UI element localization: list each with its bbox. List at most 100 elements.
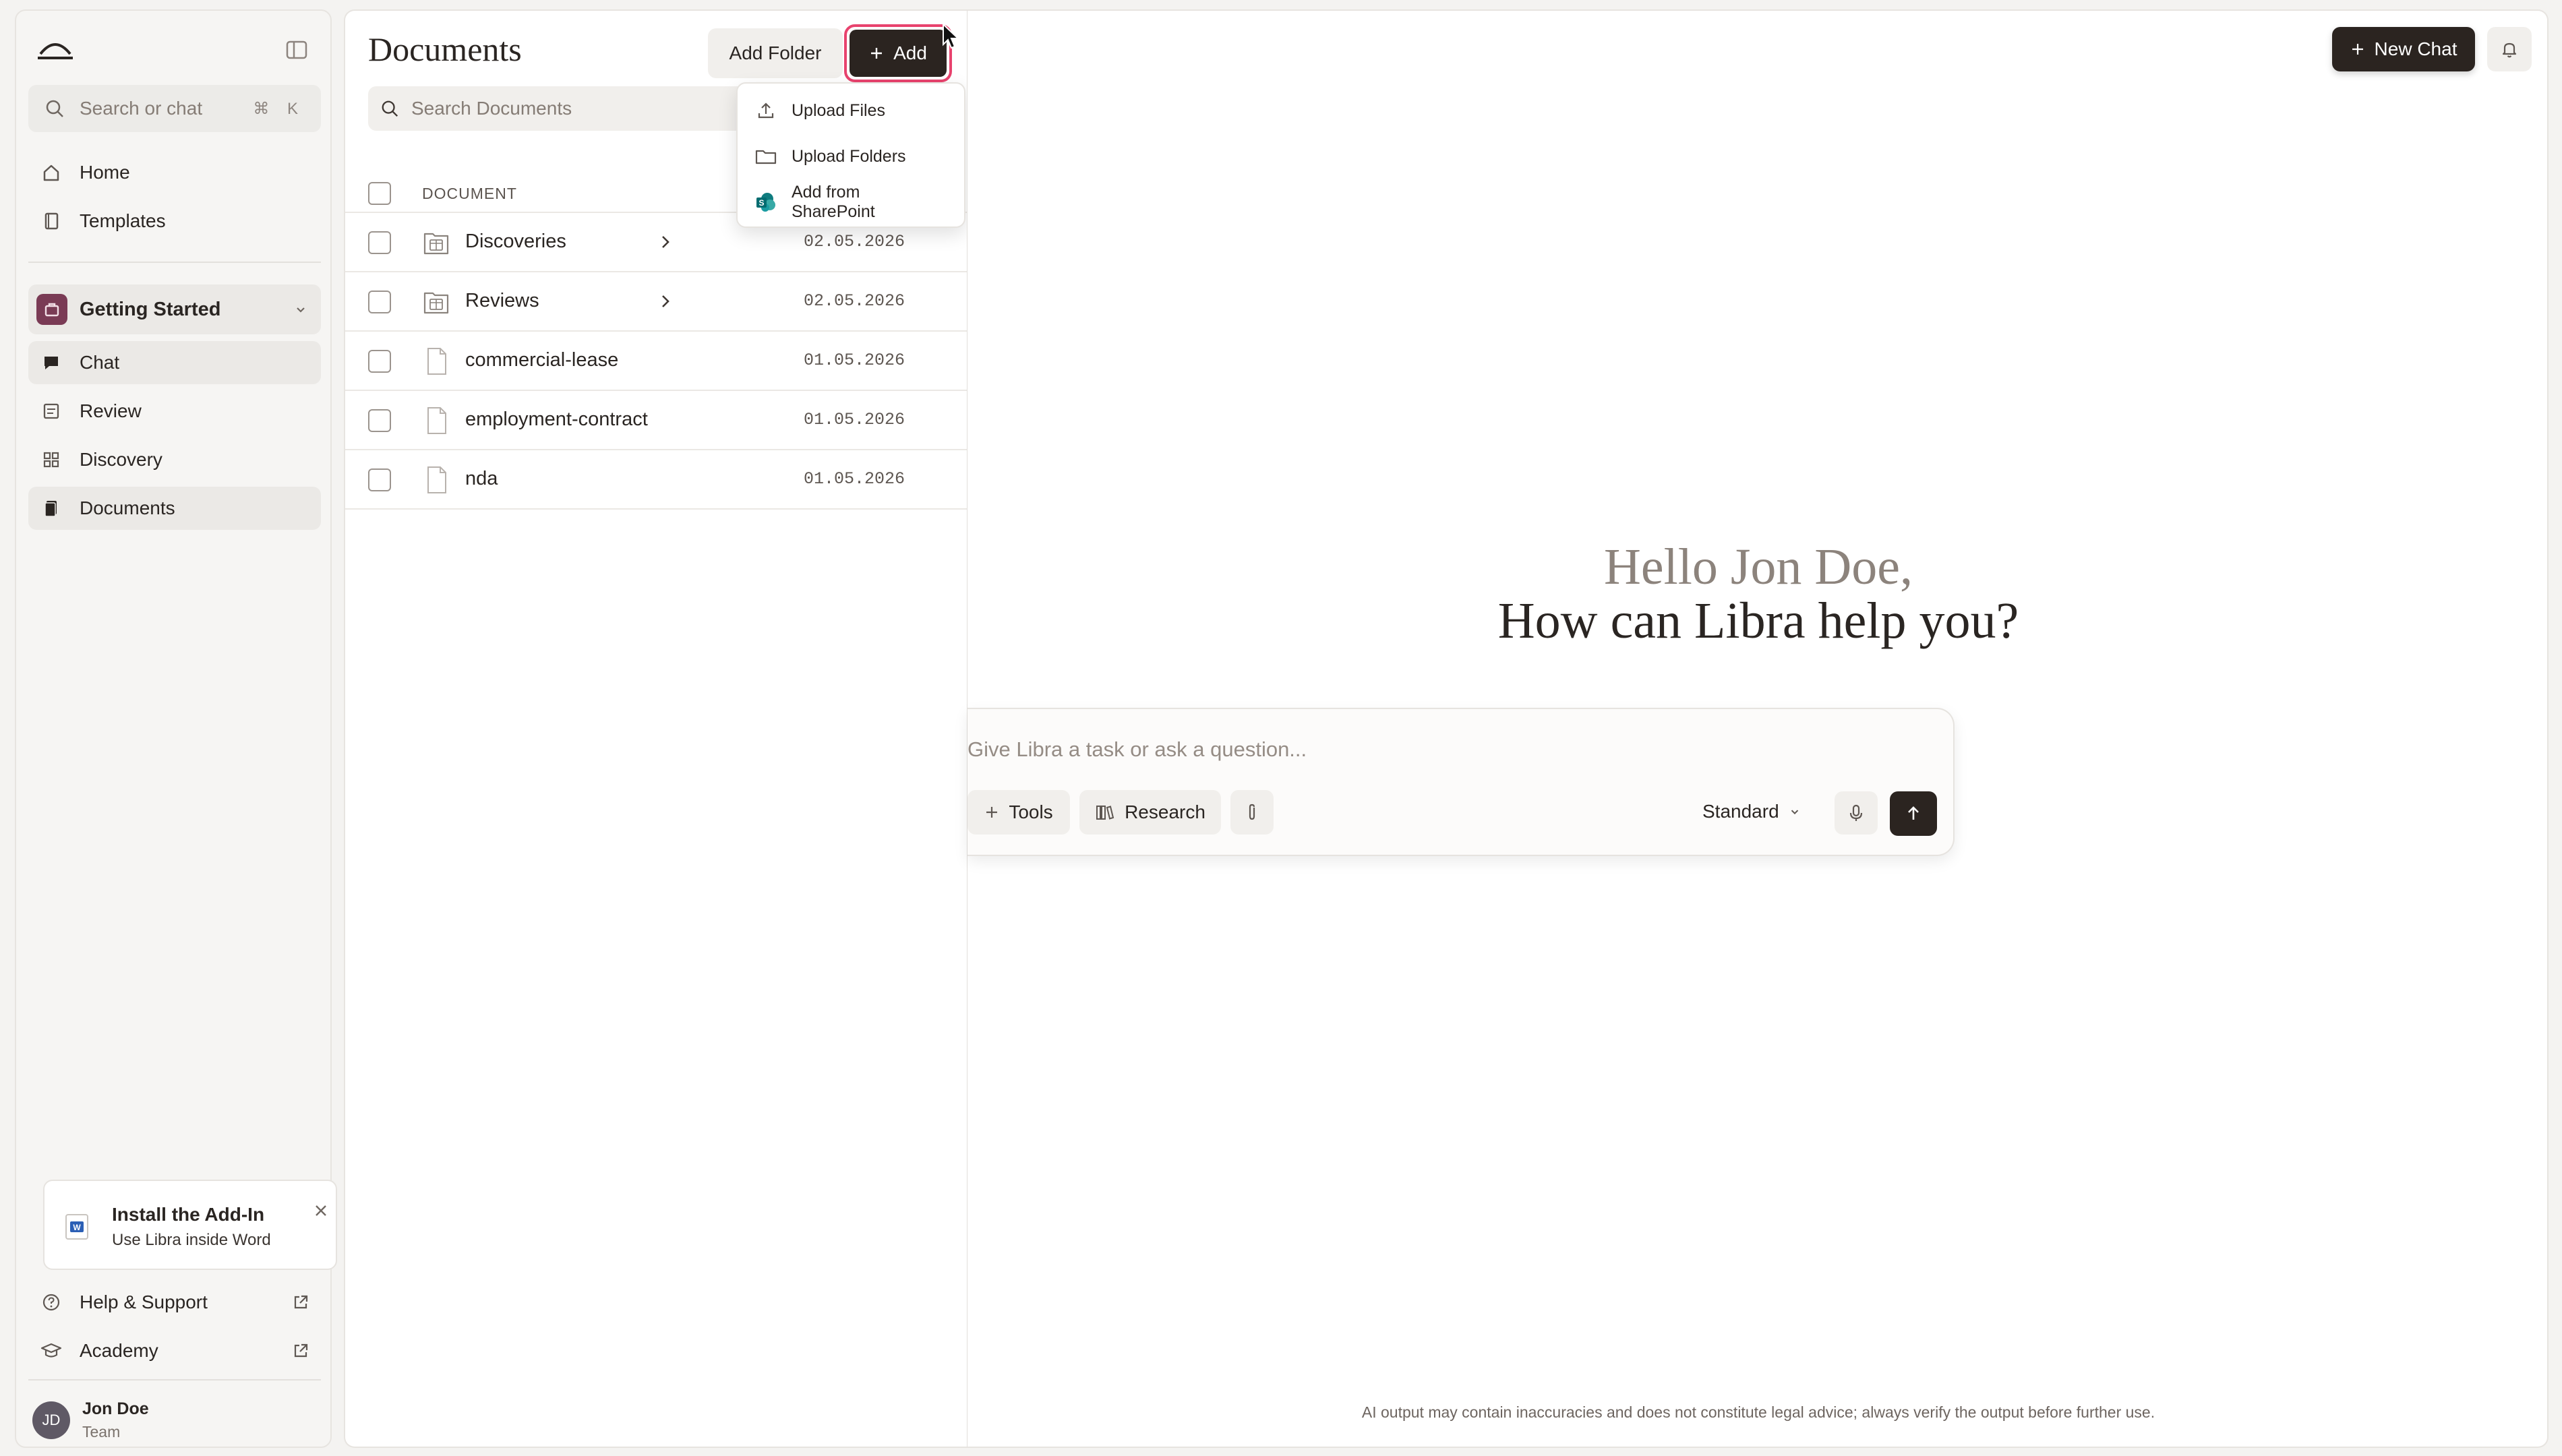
notifications-button[interactable]	[2487, 27, 2532, 71]
help-icon	[39, 1290, 63, 1314]
workspace-icon	[36, 294, 67, 325]
menu-item-upload-files[interactable]: Upload Files	[738, 90, 964, 131]
new-chat-button[interactable]: New Chat	[2332, 27, 2475, 71]
attach-button[interactable]	[1230, 790, 1274, 835]
greeting-line-2: How can Libra help you?	[1497, 593, 2019, 649]
document-name[interactable]: employment-contract	[465, 408, 648, 431]
sidebar-item-review[interactable]: Review	[28, 390, 321, 433]
addin-subtitle: Use Libra inside Word	[112, 1231, 271, 1249]
workspace-label: Getting Started	[80, 298, 221, 320]
composer-input[interactable]: Give Libra a task or ask a question...	[967, 737, 1307, 762]
table-row[interactable]: commercial-lease 01.05.2026	[345, 332, 968, 391]
home-icon	[39, 160, 63, 185]
row-checkbox[interactable]	[368, 409, 391, 432]
send-button[interactable]	[1890, 791, 1937, 836]
row-checkbox[interactable]	[368, 350, 391, 373]
user-role: Team	[82, 1423, 121, 1440]
chat-main: New Chat Hello Jon Doe, How can Libra he…	[967, 9, 2549, 1448]
add-menu-dropdown: Upload Files Upload Folders S Add from S…	[736, 82, 965, 228]
document-name[interactable]: Reviews	[465, 290, 539, 312]
add-button-highlight: Add	[844, 24, 952, 82]
mouse-cursor-icon	[941, 23, 960, 50]
chevron-right-icon[interactable]	[657, 232, 674, 252]
document-name[interactable]: Discoveries	[465, 231, 566, 253]
sidebar-item-label: Chat	[80, 352, 120, 373]
document-name[interactable]: commercial-lease	[465, 349, 618, 371]
workspace-selector[interactable]: Getting Started	[28, 284, 321, 334]
menu-item-label: Upload Files	[792, 100, 885, 120]
plus-icon	[2350, 42, 2365, 57]
sidebar-item-chat[interactable]: Chat	[28, 341, 321, 384]
chat-composer: Give Libra a task or ask a question... T…	[967, 708, 1955, 856]
help-support-link[interactable]: Help & Support	[28, 1281, 321, 1324]
folder-icon	[422, 228, 450, 257]
mode-selector[interactable]: Standard	[1702, 801, 1801, 822]
table-row[interactable]: Reviews 02.05.2026	[345, 272, 968, 332]
legal-disclaimer: AI output may contain inaccuracies and d…	[1361, 1403, 2155, 1421]
sidebar: Search or chat ⌘ K Home Templates Gettin…	[15, 9, 337, 1448]
sidebar-item-home[interactable]: Home	[28, 151, 321, 194]
graduation-cap-icon	[39, 1339, 63, 1363]
sidebar-divider	[28, 262, 321, 263]
document-name[interactable]: nda	[465, 468, 498, 490]
document-date: 01.05.2026	[804, 469, 905, 489]
documents-icon	[39, 496, 63, 520]
search-shortcut: ⌘ K	[253, 99, 305, 118]
sidebar-collapse-icon[interactable]	[283, 36, 310, 63]
sidebar-item-discovery[interactable]: Discovery	[28, 438, 321, 481]
microphone-icon	[1847, 803, 1866, 823]
mode-label: Standard	[1702, 801, 1779, 822]
grid-icon	[39, 448, 63, 472]
footer-link-label: Help & Support	[80, 1292, 208, 1312]
sidebar-item-label: Discovery	[80, 449, 162, 470]
document-date: 01.05.2026	[804, 410, 905, 429]
svg-text:W: W	[73, 1223, 81, 1232]
table-row[interactable]: employment-contract 01.05.2026	[345, 391, 968, 450]
sidebar-item-label: Home	[80, 162, 130, 183]
sidebar-search[interactable]: Search or chat ⌘ K	[28, 85, 321, 132]
avatar: JD	[32, 1401, 70, 1439]
sidebar-item-label: Review	[80, 400, 142, 421]
document-date: 02.05.2026	[804, 232, 905, 251]
sidebar-search-placeholder: Search or chat	[80, 98, 203, 119]
row-checkbox[interactable]	[368, 291, 391, 313]
close-icon[interactable]	[311, 1201, 330, 1220]
chevron-right-icon[interactable]	[657, 291, 674, 311]
footer-link-label: Academy	[80, 1340, 158, 1361]
select-all-checkbox[interactable]	[368, 182, 391, 205]
chevron-down-icon	[1789, 806, 1801, 818]
page-title: Documents	[368, 30, 522, 68]
menu-item-add-from-sharepoint[interactable]: S Add from SharePoint	[738, 182, 964, 222]
sidebar-item-templates[interactable]: Templates	[28, 200, 321, 243]
arrow-up-icon	[1904, 804, 1923, 823]
tools-button[interactable]: Tools	[967, 790, 1070, 835]
svg-text:S: S	[758, 198, 764, 208]
row-checkbox[interactable]	[368, 468, 391, 491]
paperclip-icon	[1243, 802, 1261, 822]
document-date: 01.05.2026	[804, 351, 905, 370]
search-icon	[44, 98, 65, 119]
academy-link[interactable]: Academy	[28, 1329, 321, 1372]
menu-item-label: Add from SharePoint	[791, 183, 875, 221]
user-name: Jon Doe	[82, 1399, 149, 1418]
sidebar-item-documents[interactable]: Documents	[28, 487, 321, 530]
research-button[interactable]: Research	[1079, 790, 1221, 835]
microphone-button[interactable]	[1835, 791, 1878, 835]
menu-item-upload-folders[interactable]: Upload Folders	[738, 136, 964, 177]
plus-icon	[869, 46, 884, 61]
book-icon	[39, 209, 63, 233]
add-button[interactable]: Add	[850, 30, 947, 77]
column-header-document: DOCUMENT	[422, 185, 517, 202]
tools-label: Tools	[1009, 801, 1053, 822]
libra-logo-icon[interactable]	[35, 28, 76, 69]
folder-icon	[422, 287, 450, 317]
research-label: Research	[1125, 801, 1205, 822]
sidebar-item-label: Documents	[80, 497, 175, 518]
addin-promo-card[interactable]: W Install the Add-In Use Libra inside Wo…	[43, 1180, 337, 1270]
folder-icon	[754, 144, 778, 169]
add-folder-button[interactable]: Add Folder	[708, 28, 843, 78]
documents-search-input[interactable]: Search Documents	[368, 86, 746, 131]
table-row[interactable]: nda 01.05.2026	[345, 450, 968, 510]
row-checkbox[interactable]	[368, 231, 391, 254]
user-profile[interactable]: JD Jon Doe Team	[32, 1399, 149, 1441]
